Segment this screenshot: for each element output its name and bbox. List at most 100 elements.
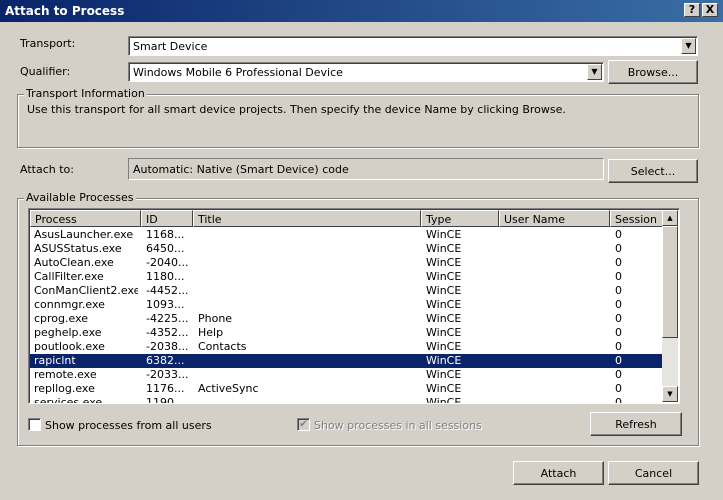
table-row[interactable]: poutlook.exe -2038... Contacts WinCE 0: [30, 340, 662, 354]
cell-process: ConManClient2.exe: [34, 284, 138, 297]
table-row[interactable]: services.exe 1190... WinCE 0: [30, 396, 662, 404]
cell-session: 0: [615, 242, 622, 255]
cell-process: connmgr.exe: [34, 298, 105, 311]
cell-type: WinCE: [426, 396, 462, 404]
attach-to-label: Attach to:: [20, 163, 74, 176]
cell-type: WinCE: [426, 270, 462, 283]
cell-id: 1180...: [146, 270, 185, 283]
cell-session: 0: [615, 340, 622, 353]
show-all-users-label[interactable]: Show processes from all users: [45, 419, 212, 432]
table-row[interactable]: repllog.exe 1176... ActiveSync WinCE 0: [30, 382, 662, 396]
cell-type: WinCE: [426, 354, 462, 367]
cell-id: -4352...: [146, 326, 189, 339]
show-all-sessions-checkbox: ✔: [297, 418, 310, 431]
cell-id: 6382...: [146, 354, 185, 367]
show-all-sessions-label: Show processes in all sessions: [314, 419, 482, 432]
table-row[interactable]: connmgr.exe 1093... WinCE 0: [30, 298, 662, 312]
cell-id: 1168...: [146, 228, 185, 241]
chevron-down-icon[interactable]: ▼: [681, 38, 696, 54]
process-list[interactable]: Process ID Title Type User Name Session …: [28, 208, 680, 404]
cell-type: WinCE: [426, 368, 462, 381]
cell-title: Help: [198, 326, 224, 339]
cell-session: 0: [615, 354, 622, 367]
cell-id: -2033...: [146, 368, 189, 381]
cell-process: services.exe: [34, 396, 103, 404]
cell-type: WinCE: [426, 242, 462, 255]
cell-title: ActiveSync: [198, 382, 259, 395]
browse-button[interactable]: Browse...: [608, 60, 698, 84]
cell-session: 0: [615, 368, 622, 381]
cell-session: 0: [615, 284, 622, 297]
column-header-user-name[interactable]: User Name: [499, 210, 610, 227]
cell-type: WinCE: [426, 340, 462, 353]
cell-id: 1176...: [146, 382, 185, 395]
cell-type: WinCE: [426, 326, 462, 339]
cell-process: peghelp.exe: [34, 326, 102, 339]
table-row[interactable]: peghelp.exe -4352... Help WinCE 0: [30, 326, 662, 340]
scroll-thumb[interactable]: [662, 226, 678, 338]
select-button[interactable]: Select...: [608, 159, 698, 183]
title-bar: Attach to Process ? X: [0, 0, 723, 22]
transport-value: Smart Device: [133, 40, 208, 53]
cell-type: WinCE: [426, 256, 462, 269]
cell-process: remote.exe: [34, 368, 97, 381]
show-all-users-checkbox[interactable]: [28, 418, 41, 431]
cell-type: WinCE: [426, 298, 462, 311]
cell-session: 0: [615, 382, 622, 395]
refresh-button[interactable]: Refresh: [590, 412, 682, 436]
cell-session: 0: [615, 270, 622, 283]
cell-session: 0: [615, 298, 622, 311]
attach-to-field: Automatic: Native (Smart Device) code: [128, 158, 604, 180]
cell-session: 0: [615, 228, 622, 241]
cell-session: 0: [615, 326, 622, 339]
transport-label: Transport:: [20, 37, 76, 50]
cell-title: Phone: [198, 312, 233, 325]
cell-process: cprog.exe: [34, 312, 89, 325]
window-title: Attach to Process: [5, 4, 125, 18]
cell-type: WinCE: [426, 382, 462, 395]
transport-info-title: Transport Information: [24, 87, 147, 100]
chevron-down-icon[interactable]: ▼: [587, 64, 602, 80]
scroll-down-icon[interactable]: ▼: [662, 386, 678, 402]
column-header-type[interactable]: Type: [421, 210, 499, 227]
cell-id: -4452...: [146, 284, 189, 297]
cell-type: WinCE: [426, 228, 462, 241]
attach-button[interactable]: Attach: [513, 461, 604, 485]
available-processes-title: Available Processes: [24, 191, 136, 204]
table-row[interactable]: ConManClient2.exe -4452... WinCE 0: [30, 284, 662, 298]
cancel-button[interactable]: Cancel: [608, 461, 699, 485]
table-row[interactable]: remote.exe -2033... WinCE 0: [30, 368, 662, 382]
cell-id: -2040...: [146, 256, 189, 269]
cell-process: ASUSStatus.exe: [34, 242, 122, 255]
cell-id: 1093...: [146, 298, 185, 311]
table-row[interactable]: AutoClean.exe -2040... WinCE 0: [30, 256, 662, 270]
help-button[interactable]: ?: [684, 3, 700, 17]
cell-session: 0: [615, 396, 622, 404]
column-header-process[interactable]: Process: [30, 210, 141, 227]
close-button[interactable]: X: [702, 3, 718, 17]
table-row[interactable]: AsusLauncher.exe 1168... WinCE 0: [30, 228, 662, 242]
table-row[interactable]: CallFilter.exe 1180... WinCE 0: [30, 270, 662, 284]
cell-process: CallFilter.exe: [34, 270, 104, 283]
cell-id: -2038...: [146, 340, 189, 353]
cell-process: poutlook.exe: [34, 340, 105, 353]
table-row[interactable]: rapiclnt 6382... WinCE 0: [30, 354, 662, 368]
column-header-id[interactable]: ID: [141, 210, 193, 227]
transport-combo[interactable]: Smart Device ▼: [128, 36, 698, 56]
column-header-session[interactable]: Session: [610, 210, 663, 227]
transport-info-text: Use this transport for all smart device …: [27, 103, 566, 116]
cell-session: 0: [615, 312, 622, 325]
cell-session: 0: [615, 256, 622, 269]
vertical-scrollbar[interactable]: ▲ ▼: [662, 210, 678, 402]
scroll-up-icon[interactable]: ▲: [662, 210, 678, 226]
cell-id: -4225...: [146, 312, 189, 325]
cell-id: 6450...: [146, 242, 185, 255]
cell-id: 1190...: [146, 396, 185, 404]
qualifier-label: Qualifier:: [20, 65, 71, 78]
cell-type: WinCE: [426, 312, 462, 325]
cell-process: rapiclnt: [34, 354, 76, 367]
column-header-title[interactable]: Title: [193, 210, 421, 227]
qualifier-combo[interactable]: Windows Mobile 6 Professional Device ▼: [128, 62, 604, 82]
table-row[interactable]: ASUSStatus.exe 6450... WinCE 0: [30, 242, 662, 256]
table-row[interactable]: cprog.exe -4225... Phone WinCE 0: [30, 312, 662, 326]
